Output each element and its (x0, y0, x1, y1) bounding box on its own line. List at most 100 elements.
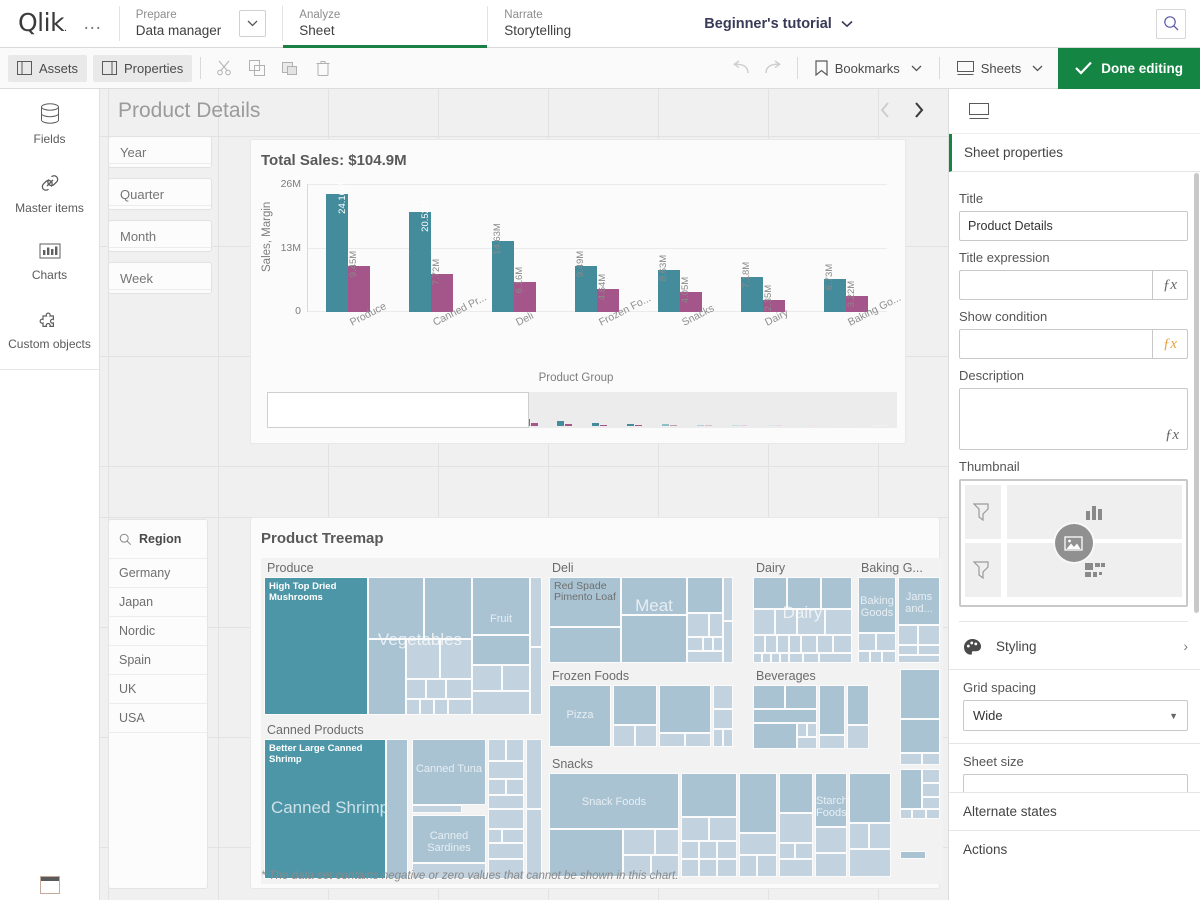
sheet-properties-header[interactable]: Sheet properties (949, 134, 1200, 172)
bar-group-canned-products[interactable]: 20.52M 7.72M (390, 212, 473, 312)
treemap-tile[interactable] (681, 859, 699, 877)
treemap-tile[interactable] (502, 829, 524, 843)
treemap-tile[interactable] (713, 685, 733, 709)
bar-margin-produce[interactable]: 9.45M (348, 266, 370, 312)
bar-sales-baking[interactable]: 6.73M (824, 279, 846, 312)
grid-spacing-select[interactable]: Wide ▼ (963, 700, 1188, 731)
treemap-tile[interactable] (448, 699, 472, 715)
treemap-group-baking-goods[interactable]: Baking G... Baking Goods Jams and... (855, 558, 943, 666)
treemap-tile[interactable] (623, 829, 655, 855)
treemap-tile[interactable] (825, 609, 852, 635)
chart-scrollbar[interactable] (267, 392, 897, 428)
treemap-tile[interactable] (777, 635, 789, 653)
treemap-tile[interactable] (900, 669, 940, 719)
treemap-tile[interactable] (819, 685, 845, 735)
description-input[interactable]: ƒx (959, 388, 1188, 450)
bar-sales-deli[interactable]: 14.63M (492, 241, 514, 312)
treemap-tile[interactable] (858, 633, 876, 651)
treemap-tile[interactable] (753, 723, 797, 749)
treemap-tile[interactable] (858, 651, 870, 663)
sheet-icon[interactable] (969, 103, 989, 119)
nav-narrate[interactable]: Narrate Storytelling (488, 0, 688, 47)
treemap-tile[interactable] (739, 833, 777, 855)
region-item-uk[interactable]: UK (109, 674, 207, 703)
sidebar-item-fields[interactable]: Fields (0, 89, 99, 158)
thumbnail-image-picker-button[interactable] (1055, 524, 1093, 562)
treemap-tile[interactable] (488, 829, 502, 843)
treemap-group-snacks[interactable]: Snacks Snack Foods (546, 754, 897, 884)
treemap-tile[interactable] (502, 665, 530, 691)
treemap-tile[interactable] (922, 783, 940, 797)
treemap-tile[interactable] (739, 773, 777, 833)
sidebar-item-charts[interactable]: Charts (0, 227, 99, 294)
actions-section[interactable]: Actions (949, 830, 1200, 868)
bar-sales-frozen[interactable]: 9.49M (575, 266, 597, 312)
treemap-tile[interactable] (488, 843, 524, 859)
x-tick-deli[interactable]: Deli (473, 316, 556, 362)
treemap-tile[interactable] (681, 841, 699, 859)
treemap-tile[interactable] (681, 817, 709, 841)
bar-margin-deli[interactable]: 6.16M (514, 282, 536, 312)
treemap-tile[interactable]: Baking Goods (858, 577, 896, 633)
treemap-tile[interactable] (685, 733, 711, 747)
treemap-tile[interactable] (819, 735, 845, 749)
treemap-tile[interactable] (549, 627, 621, 663)
bar-group-dairy[interactable]: 7.18M 2.35M (721, 277, 804, 312)
treemap-tile[interactable] (926, 809, 940, 819)
treemap-tile[interactable] (406, 679, 426, 699)
treemap-tile-highlighted[interactable]: High Top Dried Mushrooms (264, 577, 368, 715)
treemap-tile[interactable] (699, 859, 717, 877)
data-table-icon[interactable] (40, 876, 60, 894)
treemap-tile[interactable]: Starchy Foods (815, 773, 847, 827)
treemap-tile[interactable] (849, 773, 891, 823)
treemap-tile[interactable] (613, 725, 635, 747)
treemap-tile[interactable] (876, 633, 896, 651)
treemap-tile[interactable] (530, 647, 542, 715)
treemap-tile[interactable] (803, 653, 819, 663)
treemap-tile[interactable] (713, 637, 723, 651)
treemap-tile[interactable] (659, 685, 711, 733)
description-fx-button[interactable]: ƒx (1165, 427, 1179, 444)
treemap-tile[interactable] (699, 841, 717, 859)
bar-group-produce[interactable]: 24.16M 9.45M (307, 194, 390, 312)
treemap-tile[interactable] (621, 615, 687, 663)
title-expression-input[interactable] (959, 270, 1152, 300)
treemap-tile[interactable] (717, 841, 737, 859)
treemap-tile[interactable] (869, 823, 891, 849)
treemap-tile[interactable] (847, 725, 869, 749)
treemap-tile[interactable] (795, 843, 813, 859)
treemap-tile[interactable] (412, 805, 462, 813)
treemap-tile[interactable]: Canned Sardines (412, 815, 486, 863)
treemap-tile[interactable] (815, 853, 847, 877)
treemap-tile[interactable] (779, 813, 813, 843)
treemap-tile[interactable] (912, 809, 926, 819)
show-condition-fx-button[interactable]: ƒx (1152, 329, 1188, 359)
treemap-tile[interactable] (922, 797, 940, 809)
properties-toggle-button[interactable]: Properties (93, 55, 192, 82)
bookmarks-button[interactable]: Bookmarks (806, 55, 931, 82)
treemap-tile[interactable] (506, 739, 524, 761)
treemap-group-frozen-foods[interactable]: Frozen Foods Pizza (546, 666, 750, 754)
treemap-tile[interactable] (797, 737, 817, 749)
treemap-tile[interactable] (898, 655, 940, 663)
treemap-tile[interactable] (797, 609, 825, 635)
treemap-tile[interactable] (918, 645, 940, 655)
treemap-tile[interactable] (472, 577, 530, 635)
treemap-tile[interactable] (900, 753, 922, 765)
treemap-tile[interactable] (762, 653, 771, 663)
treemap-group-deli[interactable]: Deli Red Spade Pimento Loaf (546, 558, 750, 666)
treemap-tile[interactable] (849, 849, 891, 877)
styling-section-row[interactable]: Styling › (949, 624, 1200, 670)
treemap-tile[interactable] (753, 609, 775, 635)
treemap-tile[interactable] (787, 577, 821, 609)
x-tick-produce[interactable]: Produce (307, 316, 390, 362)
filter-box-week[interactable]: Week (108, 262, 212, 294)
previous-sheet-button[interactable] (872, 97, 898, 123)
treemap-tile[interactable] (815, 827, 847, 853)
treemap-tile[interactable] (368, 639, 406, 715)
redo-button[interactable] (757, 54, 789, 82)
treemap-group-beverages[interactable]: Beverages (750, 666, 897, 754)
bar-margin-canned[interactable]: 7.72M (431, 274, 453, 312)
treemap-tile[interactable] (713, 729, 723, 747)
treemap-tile[interactable] (526, 739, 542, 809)
